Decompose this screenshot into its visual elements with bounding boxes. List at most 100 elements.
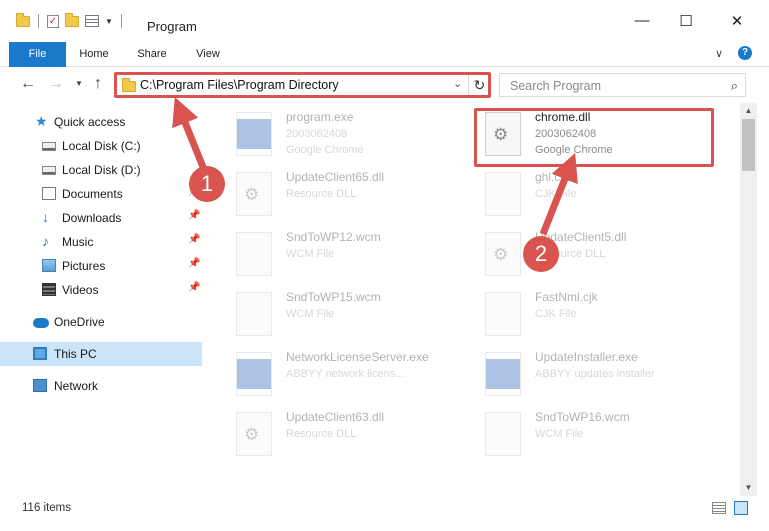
dll-gear-icon <box>236 172 272 216</box>
file-icon <box>236 232 272 276</box>
recent-locations-chevron-icon[interactable]: ▼ <box>75 79 83 88</box>
file-detail: Resource DLL <box>286 428 357 440</box>
sidebar-item-label: Network <box>54 379 99 393</box>
file-detail: Google Chrome <box>286 144 364 156</box>
scroll-up-icon[interactable]: ▲ <box>740 103 757 119</box>
quick-access-toolbar: ✓ ▼ <box>16 12 124 28</box>
scrollbar-thumb[interactable] <box>742 119 755 171</box>
file-name: NetworkLicenseServer.exe <box>286 350 429 364</box>
file-item[interactable]: SndToWP12.wcm WCM File <box>230 228 470 284</box>
file-item[interactable]: SndToWP15.wcm WCM File <box>230 288 470 344</box>
customize-toolbar-chevron-icon[interactable]: ▼ <box>105 17 113 26</box>
sidebar-item-label: OneDrive <box>54 315 105 329</box>
sidebar-item-downloads[interactable]: ↓ Downloads 📌 <box>0 206 202 230</box>
expand-ribbon-chevron-icon[interactable]: ∨ <box>715 47 723 60</box>
file-detail: CJK File <box>535 188 577 200</box>
sidebar-item-label: Downloads <box>62 211 122 225</box>
pin-icon[interactable]: 📌 <box>188 282 200 293</box>
sidebar-item-quick-access[interactable]: ★ Quick access <box>0 110 202 134</box>
sidebar-item-label: Local Disk (D:) <box>62 163 141 177</box>
tab-share[interactable]: Share <box>128 42 176 67</box>
file-icon <box>236 292 272 336</box>
search-icon[interactable]: ⌕ <box>731 78 738 94</box>
drive-icon <box>42 142 56 151</box>
sidebar-item-local-disk-d[interactable]: Local Disk (D:) <box>0 158 202 182</box>
up-arrow-icon[interactable]: ↑ <box>94 75 102 93</box>
file-item[interactable]: UpdateInstaller.exe ABBYY updates instal… <box>479 348 719 404</box>
pin-icon[interactable]: 📌 <box>188 258 200 269</box>
file-item[interactable]: ghl.cjk CJK File <box>479 168 719 224</box>
title-bar: ✓ ▼ Program — ☐ ✕ <box>0 0 769 42</box>
file-item[interactable]: FastNml.cjk CJK File <box>479 288 719 344</box>
properties-check-icon[interactable]: ✓ <box>47 14 59 28</box>
file-name: UpdateClient65.dll <box>286 170 385 184</box>
item-count: 116 items <box>22 502 72 514</box>
file-item[interactable]: SndToWP16.wcm WCM File <box>479 408 719 464</box>
properties-icon[interactable] <box>85 15 99 27</box>
toolbar-divider <box>38 14 39 28</box>
sidebar-item-label: Pictures <box>62 259 106 273</box>
file-item[interactable]: NetworkLicenseServer.exe ABBYY network l… <box>230 348 470 404</box>
sidebar-item-this-pc[interactable]: This PC <box>0 342 202 366</box>
file-item[interactable]: UpdateClient65.dll Resource DLL <box>230 168 470 224</box>
sidebar-item-documents[interactable]: Documents 📌 <box>0 182 202 206</box>
window-title: Program <box>147 19 197 34</box>
file-detail: WCM File <box>286 248 335 260</box>
exe-icon <box>485 352 521 396</box>
exe-icon <box>236 112 272 156</box>
pin-icon[interactable]: 📌 <box>188 234 200 245</box>
sidebar-item-onedrive[interactable]: OneDrive <box>0 310 202 334</box>
sidebar-item-videos[interactable]: Videos 📌 <box>0 278 202 302</box>
file-icon <box>485 172 521 216</box>
file-detail: WCM File <box>535 428 584 440</box>
dll-gear-icon <box>485 232 521 276</box>
file-item[interactable]: UpdateClient63.dll Resource DLL <box>230 408 470 464</box>
file-detail: Resource DLL <box>286 188 357 200</box>
status-bar: 116 items <box>0 496 769 520</box>
details-view-icon[interactable] <box>712 502 726 514</box>
search-input[interactable]: Search Program ⌕ <box>499 73 746 97</box>
file-name: FastNml.cjk <box>535 290 598 304</box>
minimize-button[interactable]: — <box>622 12 662 29</box>
file-name: UpdateInstaller.exe <box>535 350 638 364</box>
new-folder-icon[interactable] <box>65 12 79 27</box>
file-name: program.exe <box>286 110 354 124</box>
file-item-program-exe[interactable]: program.exe 2003062408 Google Chrome <box>230 108 470 164</box>
sidebar-item-music[interactable]: ♪ Music 📌 <box>0 230 202 254</box>
network-icon <box>33 379 47 392</box>
tab-view[interactable]: View <box>184 42 232 67</box>
callout-badge-2: 2 <box>523 236 559 272</box>
this-pc-icon <box>33 347 47 360</box>
onedrive-icon <box>33 318 49 328</box>
sidebar-item-label: Videos <box>62 283 99 297</box>
forward-arrow-icon[interactable]: → <box>48 75 64 93</box>
address-bar-highlight <box>114 72 491 98</box>
file-detail: ABBYY network licens... <box>286 368 405 380</box>
tab-home[interactable]: Home <box>70 42 118 67</box>
sidebar-item-pictures[interactable]: Pictures 📌 <box>0 254 202 278</box>
sidebar-item-network[interactable]: Network <box>0 374 202 398</box>
pin-icon[interactable]: 📌 <box>188 210 200 221</box>
vertical-scrollbar[interactable]: ▲ ▼ <box>740 103 757 496</box>
sidebar-item-label: Quick access <box>54 115 126 129</box>
back-arrow-icon[interactable]: ← <box>20 75 36 93</box>
maximize-button[interactable]: ☐ <box>666 12 706 30</box>
large-icons-view-icon[interactable] <box>734 501 748 515</box>
file-detail: WCM File <box>286 308 335 320</box>
help-icon[interactable]: ? <box>738 46 752 60</box>
file-item[interactable]: UpdateClient5.dll Resource DLL <box>479 228 719 284</box>
navigation-pane: ★ Quick access Local Disk (C:) Local Dis… <box>0 103 210 496</box>
close-button[interactable]: ✕ <box>717 12 757 30</box>
sidebar-item-local-disk-c[interactable]: Local Disk (C:) <box>0 134 202 158</box>
sidebar-item-label: Music <box>62 235 94 249</box>
pictures-icon <box>42 259 56 272</box>
file-detail: CJK File <box>535 308 577 320</box>
file-icon <box>485 412 521 456</box>
file-detail: ABBYY updates installer <box>535 368 655 380</box>
dll-gear-icon <box>236 412 272 456</box>
drive-icon <box>42 166 56 175</box>
folder-icon <box>16 12 30 27</box>
sidebar-item-label: Documents <box>62 187 123 201</box>
file-name: ghl.cjk <box>535 170 570 184</box>
scroll-down-icon[interactable]: ▼ <box>740 480 757 496</box>
